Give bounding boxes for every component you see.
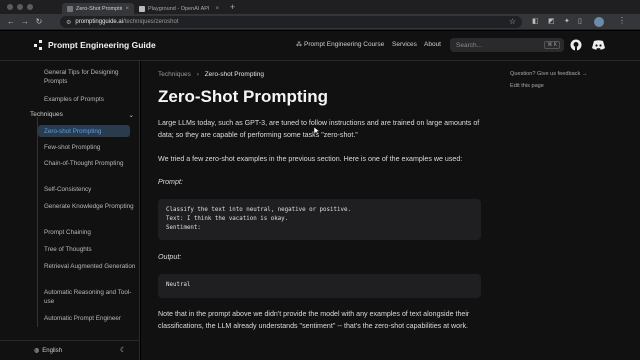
sidebar-item-prompt-chaining[interactable]: Prompt Chaining bbox=[44, 228, 136, 237]
url-host: promptingguide.ai bbox=[75, 19, 124, 25]
sidebar-section-label: Techniques bbox=[30, 111, 63, 118]
language-selector[interactable]: ◍ English bbox=[34, 347, 62, 354]
sidebar-item-art[interactable]: Automatic Reasoning and Tool-use bbox=[44, 288, 136, 306]
extension-icon[interactable]: ◩ bbox=[548, 17, 555, 25]
address-bar[interactable]: ⚙ promptingguide.ai/techniques/zeroshot … bbox=[60, 16, 522, 28]
main-content: Techniques › Zero-shot Prompting Zero-Sh… bbox=[141, 61, 501, 360]
search-shortcut-badge: ⌘ K bbox=[544, 41, 560, 49]
forward-icon[interactable]: → bbox=[18, 17, 32, 26]
sidebar-item-few-shot[interactable]: Few-shot Prompting bbox=[44, 143, 136, 152]
theme-toggle-moon-icon[interactable]: ☾ bbox=[120, 346, 126, 354]
tab-label: Playground - OpenAI API bbox=[148, 5, 210, 12]
browser-tab-bar: Zero-Shot Prompting | Prom × Playground … bbox=[0, 0, 640, 14]
extension-icon[interactable]: ◧ bbox=[532, 17, 539, 25]
sidebar-item-chain-of-thought[interactable]: Chain-of-Thought Prompting bbox=[44, 159, 136, 168]
sidebar-item-rag[interactable]: Retrieval Augmented Generation bbox=[44, 262, 136, 271]
edit-page-link[interactable]: Edit this page bbox=[510, 83, 544, 89]
browser-tab[interactable]: Playground - OpenAI API × bbox=[134, 3, 224, 14]
sidebar-item-ape[interactable]: Automatic Prompt Engineer bbox=[44, 314, 136, 323]
chevron-down-icon: ⌄ bbox=[128, 112, 134, 119]
search-input[interactable]: Search... ⌘ K bbox=[450, 38, 564, 52]
tab-label: Zero-Shot Prompting | Prom bbox=[76, 5, 122, 12]
browser-tab-active[interactable]: Zero-Shot Prompting | Prom × bbox=[62, 3, 134, 14]
breadcrumb-current: Zero-shot Prompting bbox=[204, 71, 264, 78]
right-rail: Question? Give us feedback → Edit this p… bbox=[501, 61, 640, 360]
new-tab-icon[interactable]: + bbox=[230, 2, 235, 12]
note-paragraph: Note that in the prompt above we didn't … bbox=[158, 310, 470, 330]
search-placeholder: Search... bbox=[456, 41, 483, 49]
sidebar-item-zero-shot[interactable]: Zero-shot Prompting bbox=[44, 127, 136, 136]
bookmark-star-icon[interactable]: ☆ bbox=[509, 17, 516, 26]
site-title[interactable]: Prompt Engineering Guide bbox=[48, 40, 156, 50]
prompt-label: Prompt: bbox=[158, 178, 183, 186]
profile-avatar[interactable] bbox=[594, 17, 604, 27]
browser-menu-icon[interactable]: ⋮ bbox=[618, 16, 626, 25]
feedback-link[interactable]: Question? Give us feedback → bbox=[510, 71, 587, 77]
window-controls[interactable] bbox=[0, 4, 62, 10]
back-icon[interactable]: ← bbox=[4, 17, 18, 26]
site-favicon-icon bbox=[67, 5, 73, 12]
sidebar: General Tips for Designing Prompts Examp… bbox=[0, 61, 140, 360]
output-code-block: Neutral bbox=[158, 274, 481, 298]
nav-course-label: Prompt Engineering Course bbox=[304, 41, 385, 48]
github-icon[interactable] bbox=[570, 39, 582, 51]
intro-paragraph: Large LLMs today, such as GPT-3, are tun… bbox=[158, 119, 480, 139]
site-info-icon[interactable]: ⚙ bbox=[66, 19, 71, 26]
sidebar-item-general-tips[interactable]: General Tips for Designing Prompts bbox=[44, 68, 136, 86]
reload-icon[interactable]: ↻ bbox=[32, 17, 46, 26]
language-label: English bbox=[42, 348, 62, 354]
sidebar-item-self-consistency[interactable]: Self-Consistency bbox=[44, 185, 136, 194]
sidebar-item-examples[interactable]: Examples of Prompts bbox=[44, 95, 136, 104]
nav-course-link[interactable]: ⁂ Prompt Engineering Course bbox=[296, 41, 384, 48]
mouse-cursor-icon bbox=[314, 127, 320, 135]
sidebar-section-techniques[interactable]: Techniques ⌄ bbox=[30, 111, 134, 119]
site-logo-icon[interactable] bbox=[34, 40, 44, 50]
breadcrumb: Techniques › Zero-shot Prompting bbox=[158, 71, 264, 78]
examples-paragraph: We tried a few zero-shot examples in the… bbox=[158, 155, 463, 163]
browser-toolbar: ← → ↻ ⚙ promptingguide.ai/techniques/zer… bbox=[0, 14, 640, 30]
chevron-right-icon: › bbox=[196, 71, 199, 78]
extensions-puzzle-icon[interactable]: ✦ bbox=[564, 17, 570, 25]
output-label: Output: bbox=[158, 253, 182, 261]
sidebar-indent-rail bbox=[37, 117, 38, 327]
close-tab-icon[interactable]: × bbox=[215, 6, 219, 12]
course-icon: ⁂ bbox=[296, 42, 302, 48]
nav-about-link[interactable]: About bbox=[424, 41, 441, 48]
prompt-code-block: Classify the text into neutral, negative… bbox=[158, 199, 481, 240]
openai-favicon-icon bbox=[139, 5, 145, 12]
breadcrumb-parent[interactable]: Techniques bbox=[158, 71, 191, 78]
sidebar-item-generate-knowledge[interactable]: Generate Knowledge Prompting bbox=[44, 202, 136, 211]
discord-icon[interactable] bbox=[592, 40, 605, 50]
sidebar-footer: ◍ English ☾ bbox=[0, 340, 140, 360]
page-title: Zero-Shot Prompting bbox=[158, 87, 328, 106]
url-path: /techniques/zeroshot bbox=[123, 19, 179, 25]
globe-icon: ◍ bbox=[34, 348, 40, 354]
site-header: Prompt Engineering Guide ⁂ Prompt Enginee… bbox=[0, 31, 640, 61]
close-tab-icon[interactable]: × bbox=[125, 6, 129, 12]
sidebar-item-tree-of-thoughts[interactable]: Tree of Thoughts bbox=[44, 245, 136, 254]
nav-services-link[interactable]: Services bbox=[392, 41, 417, 48]
sidebar-toggle-icon[interactable]: ▯ bbox=[578, 17, 582, 25]
